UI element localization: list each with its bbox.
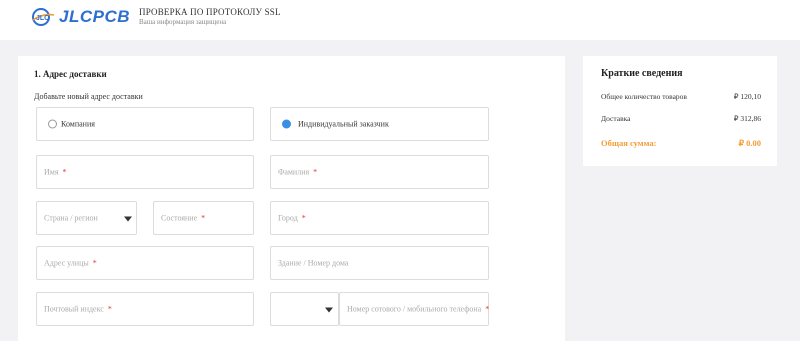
building-field[interactable]: Здание / Номер дома <box>270 246 489 280</box>
summary-label: Общее количество товаров <box>601 92 687 101</box>
required-mark: * <box>92 258 97 268</box>
section-title: 1. Адрес доставки <box>34 69 107 79</box>
order-summary-panel: Краткие сведения Общее количество товаро… <box>583 56 777 166</box>
postal-code-field[interactable]: Почтовый индекс * <box>36 292 254 326</box>
state-placeholder: Состояние <box>161 213 198 223</box>
jlcpcb-logo[interactable]: JLC JLCPCB <box>30 6 130 28</box>
phone-placeholder: Номер сотового / мобильного телефона <box>347 304 482 314</box>
summary-value: ₽ 312,86 <box>733 114 761 123</box>
ssl-subtitle: Ваша информация защищена <box>139 18 227 26</box>
total-value: ₽ 0.00 <box>738 138 761 148</box>
summary-title: Краткие сведения <box>601 68 683 79</box>
customer-type-individual[interactable]: Индивидуальный заказчик <box>270 107 489 141</box>
country-code-select[interactable] <box>270 292 339 326</box>
state-field[interactable]: Состояние * <box>153 201 254 235</box>
street-placeholder: Адрес улицы <box>44 258 89 268</box>
radio-company[interactable] <box>48 119 57 129</box>
last-name-placeholder: Фамилия <box>278 167 310 177</box>
svg-text:JLC: JLC <box>36 15 49 22</box>
total-label: Общая сумма: <box>601 138 657 148</box>
customer-type-company[interactable]: Компания <box>36 107 254 141</box>
individual-label: Индивидуальный заказчик <box>298 119 389 129</box>
radio-individual[interactable] <box>282 119 291 129</box>
street-address-field[interactable]: Адрес улицы * <box>36 246 254 280</box>
chevron-down-icon <box>124 216 132 222</box>
ssl-title: ПРОВЕРКА ПО ПРОТОКОЛУ SSL <box>139 7 281 17</box>
summary-label: Доставка <box>601 114 631 123</box>
city-field[interactable]: Город * <box>270 201 489 235</box>
company-label: Компания <box>61 119 95 129</box>
required-mark: * <box>62 167 67 177</box>
jlc-logo-icon: JLC <box>30 7 56 27</box>
first-name-field[interactable]: Имя * <box>36 155 254 189</box>
building-placeholder: Здание / Номер дома <box>278 258 349 268</box>
top-header: JLC JLCPCB ПРОВЕРКА ПО ПРОТОКОЛУ SSL Ваш… <box>0 0 800 40</box>
shipping-address-panel: 1. Адрес доставки Добавьте новый адрес д… <box>18 56 565 341</box>
summary-row-shipping: Доставка ₽ 312,86 <box>601 114 761 123</box>
required-mark: * <box>313 167 318 177</box>
chevron-down-icon <box>325 307 333 313</box>
summary-value: ₽ 120,10 <box>733 92 761 101</box>
summary-row-items: Общее количество товаров ₽ 120,10 <box>601 92 761 101</box>
last-name-field[interactable]: Фамилия * <box>270 155 489 189</box>
required-mark: * <box>201 213 206 223</box>
country-select[interactable]: Страна / регион <box>36 201 137 235</box>
summary-row-total: Общая сумма: ₽ 0.00 <box>601 138 761 148</box>
phone-field[interactable]: Номер сотового / мобильного телефона * <box>339 292 489 326</box>
country-placeholder: Страна / регион <box>44 213 98 223</box>
first-name-placeholder: Имя <box>44 167 59 177</box>
logo-text: JLCPCB <box>59 7 131 26</box>
city-placeholder: Город <box>278 213 298 223</box>
required-mark: * <box>485 304 490 314</box>
postal-placeholder: Почтовый индекс <box>44 304 104 314</box>
add-new-address-label: Добавьте новый адрес доставки <box>34 92 143 101</box>
required-mark: * <box>301 213 306 223</box>
required-mark: * <box>107 304 112 314</box>
